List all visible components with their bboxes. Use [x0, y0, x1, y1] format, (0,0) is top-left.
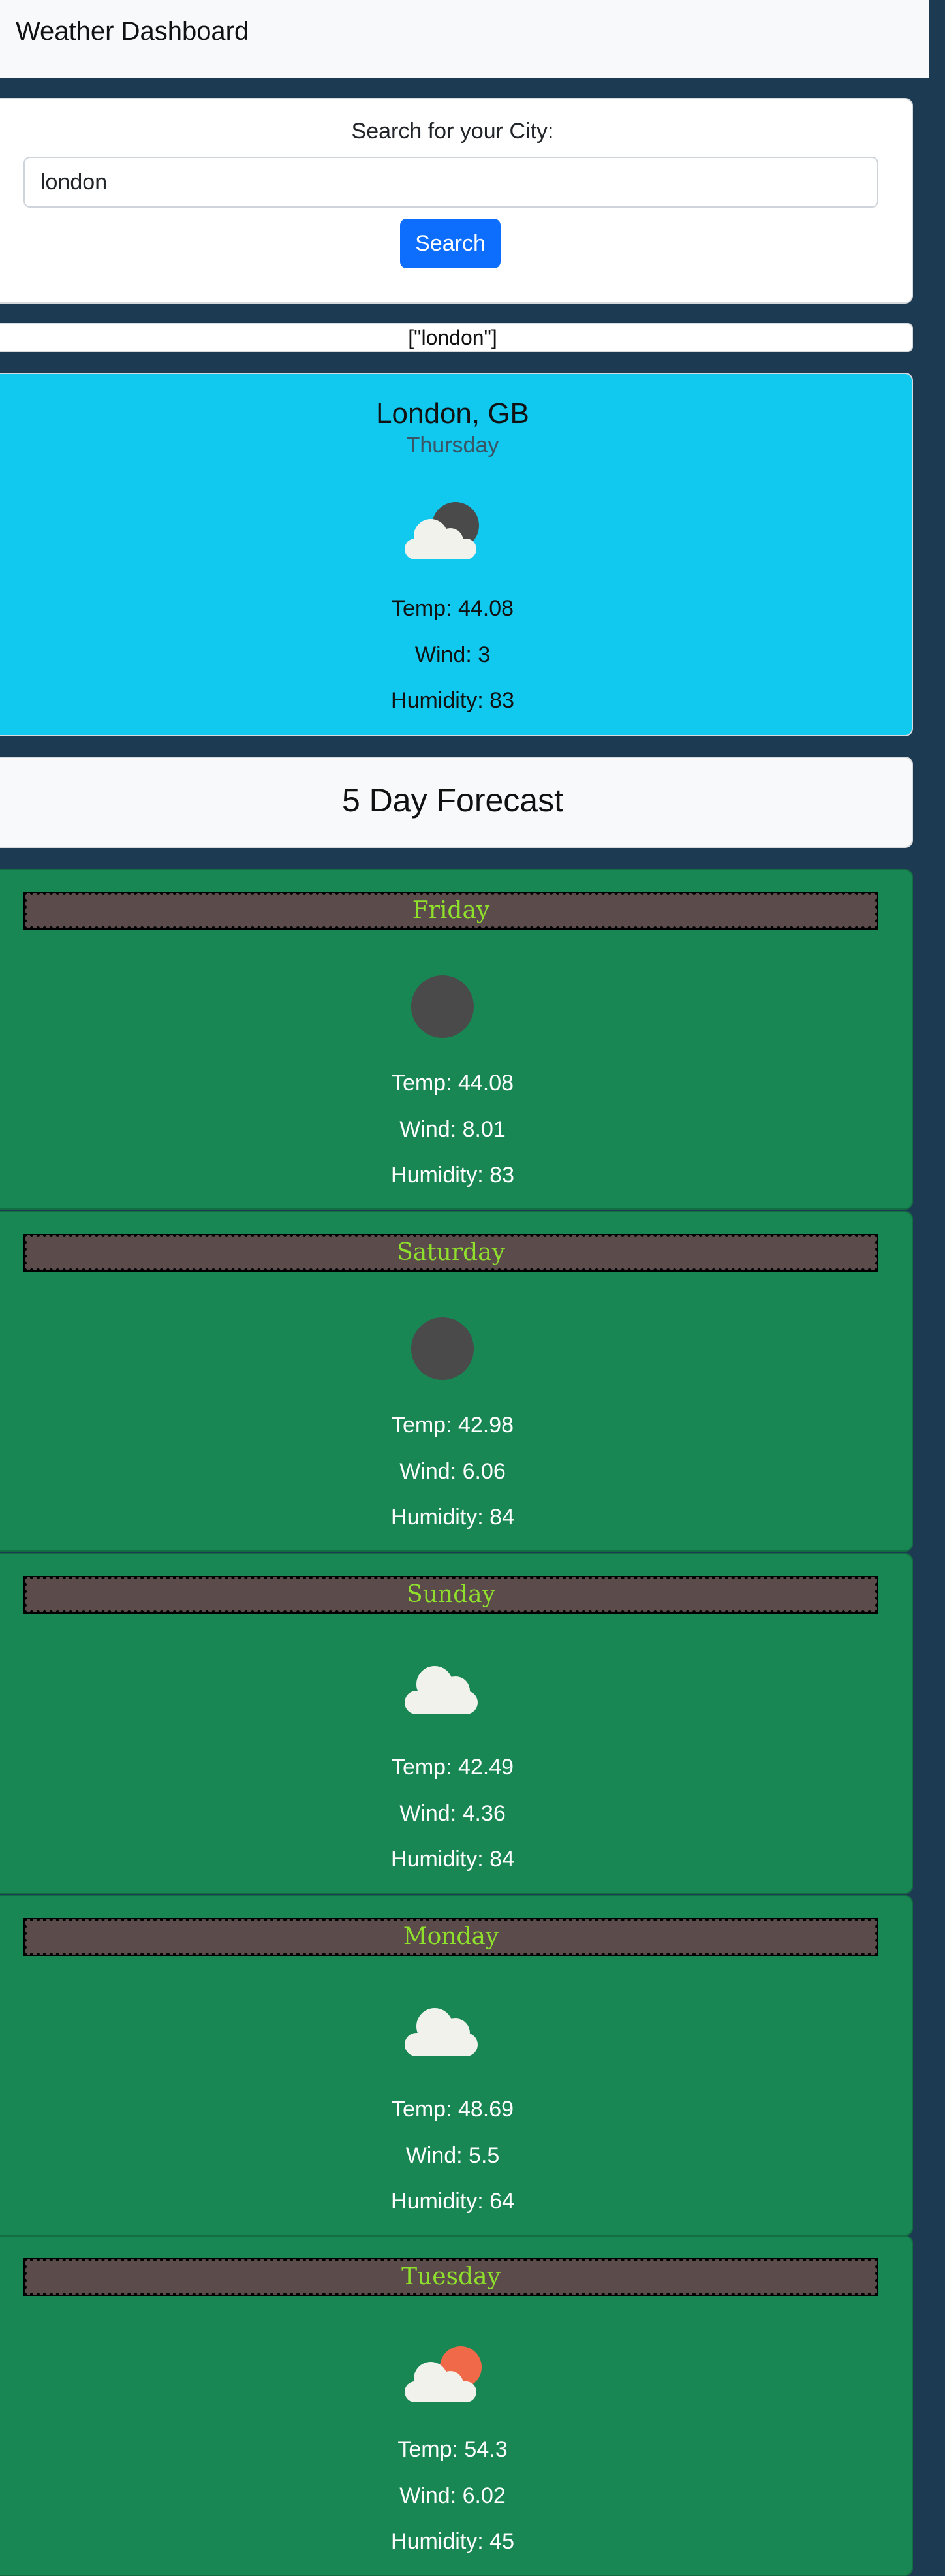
forecast-day-label: Monday	[23, 1918, 878, 1956]
city-search-input[interactable]	[23, 157, 878, 208]
current-weather-card: London, GB Thursday Temp: 44.08 Wind: 3 …	[0, 373, 913, 736]
forecast-wind: Wind: 6.06	[399, 1459, 506, 1484]
current-wind: Wind: 3	[414, 642, 491, 667]
search-history[interactable]: ["london"]	[0, 323, 913, 352]
forecast-humidity: Humidity: 84	[391, 1505, 514, 1530]
forecast-day-label: Friday	[23, 892, 878, 930]
forecast-wind: Wind: 6.02	[399, 2483, 506, 2508]
forecast-humidity: Humidity: 64	[391, 2189, 514, 2214]
forecast-wind: Wind: 4.36	[399, 1801, 506, 1826]
forecast-temp: Temp: 48.69	[391, 2097, 514, 2122]
clear-night-icon	[411, 975, 474, 1038]
navbar: Weather Dashboard	[0, 0, 929, 78]
forecast-temp: Temp: 42.49	[391, 1755, 514, 1780]
forecast-humidity: Humidity: 83	[391, 1163, 514, 1187]
forecast-day-label: Sunday	[23, 1576, 878, 1614]
forecast-temp: Temp: 44.08	[391, 1071, 514, 1095]
forecast-header: 5 Day Forecast	[0, 757, 913, 848]
search-card: Search for your City: Search	[0, 98, 913, 304]
forecast-temp: Temp: 54.3	[397, 2437, 508, 2462]
search-button[interactable]: Search	[400, 219, 501, 268]
forecast-card: Sunday Temp: 42.49 Wind: 4.36 Humidity: …	[0, 1553, 913, 1894]
forecast-wind: Wind: 5.5	[405, 2143, 500, 2168]
forecast-temp: Temp: 42.98	[391, 1413, 514, 1437]
search-label: Search for your City:	[351, 119, 554, 144]
partly-sunny-icon	[405, 2346, 482, 2402]
app-title: Weather Dashboard	[16, 17, 249, 46]
clear-night-icon	[411, 1317, 474, 1380]
forecast-humidity: Humidity: 84	[391, 1847, 514, 1872]
forecast-title: 5 Day Forecast	[341, 782, 563, 819]
forecast-card: Friday Temp: 44.08 Wind: 8.01 Humidity: …	[0, 869, 913, 1210]
partly-cloudy-night-icon	[405, 502, 479, 559]
forecast-card: Tuesday Temp: 54.3 Wind: 6.02 Humidity: …	[0, 2235, 913, 2576]
page-scrollbar[interactable]	[929, 0, 945, 2576]
forecast-card: Monday Temp: 48.69 Wind: 5.5 Humidity: 6…	[0, 1895, 913, 2236]
forecast-day-label: Saturday	[23, 1234, 878, 1272]
current-day: Thursday	[406, 433, 499, 458]
cloud-icon	[405, 1666, 478, 1714]
cloud-icon	[405, 2008, 478, 2056]
current-humidity: Humidity: 83	[391, 688, 514, 713]
forecast-wind: Wind: 8.01	[399, 1117, 506, 1142]
current-temp: Temp: 44.08	[391, 596, 514, 621]
forecast-humidity: Humidity: 45	[391, 2529, 514, 2554]
city-name: London, GB	[376, 398, 529, 430]
forecast-card: Saturday Temp: 42.98 Wind: 6.06 Humidity…	[0, 1211, 913, 1552]
forecast-day-label: Tuesday	[23, 2258, 878, 2296]
